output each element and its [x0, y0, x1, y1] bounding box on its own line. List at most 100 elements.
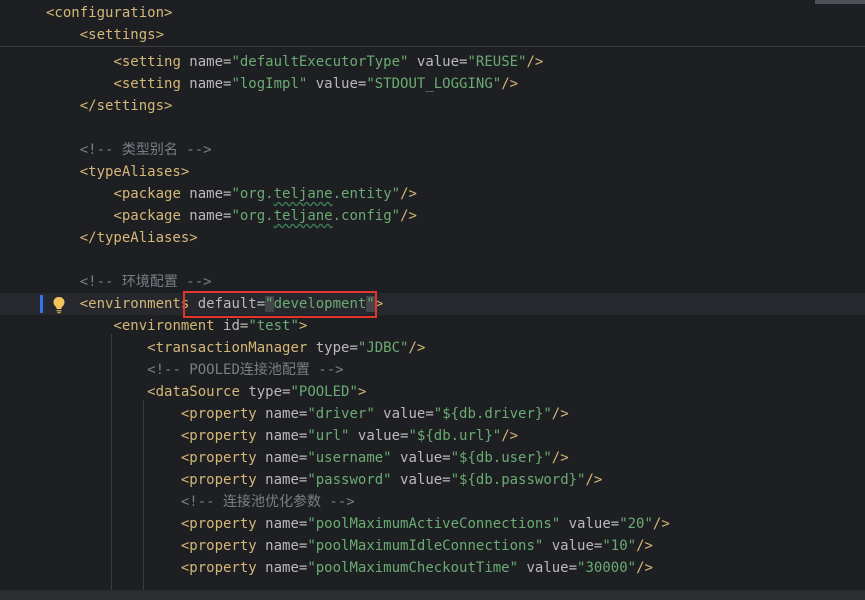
code-editor[interactable]: <configuration> <settings> <setting name…: [0, 0, 865, 600]
code-line[interactable]: </typeAliases>: [0, 227, 865, 249]
token-str: "poolMaximumActiveConnections": [307, 516, 561, 532]
code-line[interactable]: <typeAliases>: [0, 161, 865, 183]
code-line[interactable]: <property name="poolMaximumCheckoutTime"…: [0, 557, 865, 579]
code-line[interactable]: <setting name="logImpl" value="STDOUT_LO…: [0, 73, 865, 95]
token-attr: name=: [265, 560, 308, 576]
token-tag: />: [501, 428, 519, 444]
token-str: "username": [307, 450, 392, 466]
change-marker[interactable]: [40, 295, 43, 313]
token-attr: value=: [374, 406, 434, 422]
code-line[interactable]: <environments default="development">: [0, 293, 865, 315]
code-line[interactable]: <setting name="defaultExecutorType" valu…: [0, 51, 865, 73]
token-tag: <property: [180, 560, 266, 576]
token-str: "REUSE": [467, 54, 527, 70]
code-line[interactable]: </settings>: [0, 95, 865, 117]
token-str: development: [273, 296, 367, 312]
token-tag: />: [652, 516, 670, 532]
token-strtypo: teljane: [273, 208, 333, 224]
token-tag: <settings>: [79, 27, 165, 43]
token-tag: <dataSource: [147, 384, 249, 400]
horizontal-scrollbar[interactable]: [0, 590, 865, 600]
code-line[interactable]: <package name="org.teljane.config"/>: [0, 205, 865, 227]
code-line[interactable]: <property name="poolMaximumIdleConnectio…: [0, 535, 865, 557]
token-attr: value=: [391, 472, 451, 488]
token-tag: <setting: [113, 54, 190, 70]
token-tag: <property: [180, 406, 266, 422]
code-line[interactable]: <property name="poolMaximumActiveConnect…: [0, 513, 865, 535]
token-attr: name=: [265, 516, 308, 532]
token-str: .config": [332, 208, 401, 224]
code-line[interactable]: <transactionManager type="JDBC"/>: [0, 337, 865, 359]
token-tag: <property: [180, 450, 266, 466]
code-line[interactable]: [0, 249, 865, 271]
token-str: "STDOUT_LOGGING": [366, 76, 502, 92]
code-line[interactable]: <package name="org.teljane.entity"/>: [0, 183, 865, 205]
token-str: "url": [307, 428, 350, 444]
horizontal-scrollbar-thumb[interactable]: [815, 0, 865, 4]
code-line[interactable]: <environment id="test">: [0, 315, 865, 337]
token-attr: name=: [265, 538, 308, 554]
code-line[interactable]: <property name="password" value="${db.pa…: [0, 469, 865, 491]
token-str: "${db.driver}": [433, 406, 552, 422]
token-tag: />: [636, 560, 653, 576]
code-line[interactable]: <configuration>: [0, 2, 865, 24]
code-line[interactable]: <!-- POOLED连接池配置 -->: [0, 359, 865, 381]
token-tag: >: [374, 296, 384, 312]
code-line[interactable]: <property name="driver" value="${db.driv…: [0, 403, 865, 425]
token-str: "POOLED": [290, 384, 358, 400]
code-line[interactable]: <!-- 连接池优化参数 -->: [0, 491, 865, 513]
token-str: "logImpl": [231, 76, 308, 92]
token-attr: value=: [307, 76, 367, 92]
token-cmt: <!-- 连接池优化参数 -->: [180, 494, 355, 510]
token-str: "${db.url}": [408, 428, 502, 444]
code-line[interactable]: <dataSource type="POOLED">: [0, 381, 865, 403]
token-str: "JDBC": [357, 340, 409, 356]
token-tag: />: [551, 450, 569, 466]
token-tag: />: [636, 538, 653, 554]
indent-guide: [111, 334, 112, 600]
token-tag: <property: [180, 516, 266, 532]
token-tag: >: [357, 384, 367, 400]
token-attr: name=: [265, 472, 308, 488]
token-attr: name=: [189, 76, 232, 92]
token-tag: <environments: [79, 296, 198, 312]
token-attr: type=: [315, 340, 358, 356]
token-str: "driver": [307, 406, 375, 422]
code-line[interactable]: <property name="username" value="${db.us…: [0, 447, 865, 469]
token-tag: <package: [113, 208, 190, 224]
token-tag: <property: [180, 472, 266, 488]
token-tag: >: [298, 318, 308, 334]
token-str: "10": [602, 538, 637, 554]
code-line[interactable]: <property name="url" value="${db.url}"/>: [0, 425, 865, 447]
token-str: "test": [248, 318, 299, 334]
token-attr: name=: [265, 428, 308, 444]
token-tag: <typeAliases>: [79, 164, 190, 180]
code-line[interactable]: <settings>: [0, 24, 865, 46]
token-cmt: <!-- 环境配置 -->: [79, 274, 212, 290]
token-tag: <package: [113, 186, 190, 202]
code-line[interactable]: <!-- 类型别名 -->: [0, 139, 865, 161]
code-line[interactable]: <!-- 环境配置 -->: [0, 271, 865, 293]
lightbulb-icon[interactable]: [52, 296, 66, 314]
sticky-header[interactable]: <configuration> <settings>: [0, 0, 865, 47]
token-str: "password": [307, 472, 392, 488]
code-line[interactable]: [0, 117, 865, 139]
token-str: "30000": [577, 560, 637, 576]
token-tag: />: [501, 76, 519, 92]
